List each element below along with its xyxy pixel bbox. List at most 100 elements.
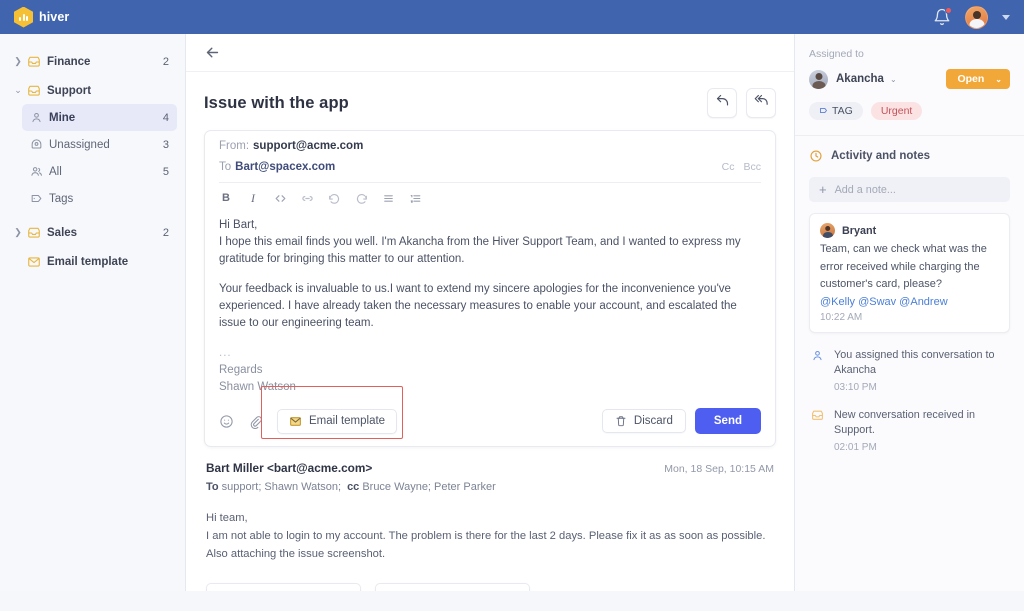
redo-icon[interactable] bbox=[354, 191, 368, 205]
note-timestamp: 10:22 AM bbox=[820, 311, 863, 323]
sidebar-item-label: Unassigned bbox=[49, 138, 110, 151]
discard-button[interactable]: Discard bbox=[601, 409, 686, 433]
email-template-button[interactable]: Email template bbox=[277, 408, 398, 434]
email-template-icon bbox=[24, 255, 44, 269]
tag-icon bbox=[819, 106, 828, 117]
note-mentions[interactable]: @Kelly @Swav @Andrew bbox=[820, 296, 999, 308]
bottom-strip bbox=[0, 591, 1024, 611]
undo-icon[interactable] bbox=[327, 191, 341, 205]
signature-ellipsis: ... bbox=[219, 347, 232, 359]
body-paragraph-1: I hope this email finds you well. I'm Ak… bbox=[219, 236, 741, 265]
bullet-list-icon[interactable] bbox=[381, 191, 395, 205]
sidebar-item-support[interactable]: ⌄ Support bbox=[8, 77, 177, 104]
page-title: Issue with the app bbox=[204, 93, 349, 112]
composer-body[interactable]: Hi Bart, I hope this email finds you wel… bbox=[205, 211, 775, 398]
cc-value: Bruce Wayne; Peter Parker bbox=[362, 481, 496, 493]
to-value: support; Shawn Watson; bbox=[221, 481, 342, 493]
from-value: support@acme.com bbox=[253, 140, 364, 152]
sidebar-item-tags[interactable]: Tags bbox=[22, 185, 177, 212]
sidebar-item-count: 5 bbox=[162, 165, 169, 178]
italic-icon[interactable]: I bbox=[246, 191, 260, 205]
person-outline-icon bbox=[26, 138, 46, 151]
sidebar-item-all[interactable]: All 5 bbox=[22, 158, 177, 185]
tag-icon bbox=[26, 192, 46, 205]
bcc-button[interactable]: Bcc bbox=[743, 161, 761, 173]
chevron-down-icon[interactable]: ⌄ bbox=[890, 75, 897, 84]
sidebar-item-label: Email template bbox=[47, 255, 129, 268]
to-label: To bbox=[206, 481, 219, 493]
urgent-chip[interactable]: Urgent bbox=[870, 102, 923, 120]
avatar bbox=[809, 69, 828, 89]
activity-item: New conversation received in Support. 02… bbox=[809, 408, 1010, 453]
assigned-to-label: Assigned to bbox=[809, 48, 864, 60]
tag-chip[interactable]: TAG bbox=[809, 102, 863, 120]
composer-actions: Email template Discard Send bbox=[205, 386, 775, 446]
bold-icon[interactable]: B bbox=[219, 191, 233, 205]
attachment-item[interactable]: App issue screenshot... 22 KB bbox=[375, 583, 530, 591]
sidebar-item-mine[interactable]: Mine 4 bbox=[22, 104, 177, 131]
tag-chips: TAG Urgent bbox=[809, 102, 1010, 120]
app-logo[interactable]: hiver bbox=[14, 6, 69, 28]
sidebar-item-email-template[interactable]: Email template bbox=[8, 248, 177, 275]
reply-composer: From: support@acme.com To Bart@spacex.co… bbox=[204, 130, 776, 447]
formatting-toolbar: B I bbox=[205, 183, 775, 211]
reply-icon bbox=[715, 93, 730, 113]
body-row: ❯ Finance 2 ⌄ Support Mine 4 Unassigned … bbox=[0, 34, 1024, 591]
send-button[interactable]: Send bbox=[694, 408, 761, 434]
activity-header: Activity and notes bbox=[809, 149, 1010, 163]
signature-line-1: Regards bbox=[219, 364, 263, 376]
back-arrow-icon[interactable] bbox=[204, 44, 221, 61]
emoji-icon[interactable] bbox=[219, 414, 234, 429]
activity-text: New conversation received in Support. bbox=[834, 408, 976, 436]
signature-line-2: Shawn Watson bbox=[219, 381, 296, 393]
reply-button[interactable] bbox=[707, 88, 737, 118]
person-icon bbox=[26, 111, 46, 124]
composer-from-row: From: support@acme.com bbox=[205, 131, 775, 152]
activity-text: You assigned this conversation to Akanch… bbox=[834, 348, 995, 376]
to-label: To bbox=[219, 161, 232, 173]
chevron-down-icon: ⌄ bbox=[14, 85, 22, 95]
cc-label: cc bbox=[347, 481, 360, 493]
conversation-scroll: Issue with the app From: support@acme.co… bbox=[186, 72, 794, 591]
bell-icon[interactable] bbox=[933, 7, 952, 26]
sidebar-item-count: 3 bbox=[162, 138, 169, 151]
sidebar-item-count: 4 bbox=[162, 111, 169, 124]
assignee-row: Akancha ⌄ Open ⌄ bbox=[809, 69, 1010, 89]
chevron-right-icon: ❯ bbox=[14, 227, 22, 237]
numbered-list-icon[interactable] bbox=[408, 191, 422, 205]
sidebar-item-unassigned[interactable]: Unassigned 3 bbox=[22, 131, 177, 158]
message-body: Hi team, I am not able to login to my ac… bbox=[206, 509, 774, 563]
attachment-item[interactable]: PDF App issue screenshot... 40 KB bbox=[206, 583, 361, 591]
sidebar: ❯ Finance 2 ⌄ Support Mine 4 Unassigned … bbox=[0, 34, 186, 591]
paperclip-icon[interactable] bbox=[248, 414, 263, 429]
reply-all-button[interactable] bbox=[746, 88, 776, 118]
from-label: From: bbox=[219, 140, 250, 152]
activity-timestamp: 02:01 PM bbox=[834, 441, 877, 453]
add-note-input[interactable]: + Add a note... bbox=[809, 177, 1010, 202]
message-line-1: Hi team, bbox=[206, 512, 248, 524]
attachments-list: PDF App issue screenshot... 40 KB bbox=[206, 583, 774, 591]
subject-row: Issue with the app bbox=[204, 72, 776, 130]
clock-icon bbox=[809, 149, 823, 163]
top-bar-actions bbox=[933, 5, 1010, 29]
sidebar-item-finance[interactable]: ❯ Finance 2 bbox=[8, 48, 177, 75]
link-icon[interactable] bbox=[300, 191, 314, 205]
activity-timestamp: 03:10 PM bbox=[834, 381, 877, 393]
note-header: Bryant bbox=[820, 223, 999, 238]
sidebar-item-label: Mine bbox=[49, 111, 76, 124]
composer-to-row[interactable]: To Bart@spacex.com Cc Bcc bbox=[205, 152, 775, 173]
sidebar-item-count: 2 bbox=[162, 55, 169, 68]
composer-right-actions: Discard Send bbox=[601, 408, 761, 434]
chevron-down-icon[interactable] bbox=[1002, 14, 1010, 20]
inbox-icon bbox=[809, 408, 825, 453]
note-text: Team, can we check what was the error re… bbox=[820, 243, 987, 290]
assignee-name[interactable]: Akancha bbox=[836, 73, 884, 85]
hiver-hexagon-icon bbox=[14, 6, 33, 28]
status-badge[interactable]: Open ⌄ bbox=[946, 69, 1010, 89]
cc-button[interactable]: Cc bbox=[722, 161, 735, 173]
divider bbox=[795, 135, 1024, 136]
avatar[interactable] bbox=[965, 5, 988, 29]
sidebar-item-sales[interactable]: ❯ Sales 2 bbox=[8, 219, 177, 246]
trash-icon bbox=[615, 415, 627, 427]
code-icon[interactable] bbox=[273, 191, 287, 205]
